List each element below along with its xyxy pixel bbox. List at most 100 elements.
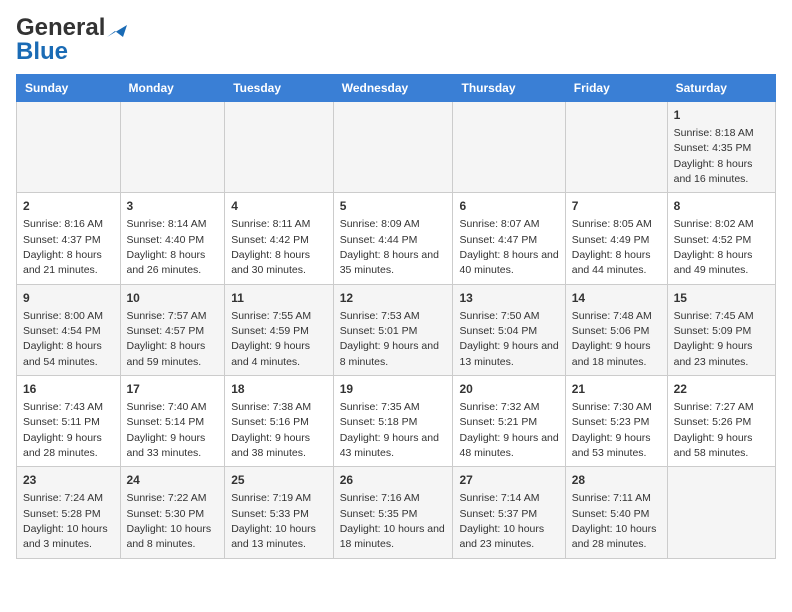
weekday-header: Thursday xyxy=(453,75,565,102)
day-number: 7 xyxy=(572,198,661,215)
weekday-header-row: SundayMondayTuesdayWednesdayThursdayFrid… xyxy=(17,75,776,102)
day-number: 5 xyxy=(340,198,447,215)
calendar-week-row: 16Sunrise: 7:43 AMSunset: 5:11 PMDayligh… xyxy=(17,376,776,467)
calendar-day-cell: 2 Sunrise: 8:16 AMSunset: 4:37 PMDaylight… xyxy=(17,193,121,284)
day-number: 9 xyxy=(23,290,114,307)
calendar-day-cell: 20 Sunrise: 7:32 AMSunset: 5:21 PMDayligh… xyxy=(453,376,565,467)
day-number: 12 xyxy=(340,290,447,307)
calendar-day-cell: 24 Sunrise: 7:22 AMSunset: 5:30 PMDayligh… xyxy=(120,467,225,558)
calendar-day-cell: 15 Sunrise: 7:45 AMSunset: 5:09 PMDayligh… xyxy=(667,284,775,375)
calendar-week-row: 2 Sunrise: 8:16 AMSunset: 4:37 PMDaylight… xyxy=(17,193,776,284)
day-info: Sunrise: 8:14 AMSunset: 4:40 PMDaylight:… xyxy=(127,218,207,276)
logo-bird-icon xyxy=(105,19,127,37)
day-number: 24 xyxy=(127,472,219,489)
calendar-day-cell: 27Sunrise: 7:14 AMSunset: 5:37 PMDayligh… xyxy=(453,467,565,558)
calendar-day-cell: 3 Sunrise: 8:14 AMSunset: 4:40 PMDaylight… xyxy=(120,193,225,284)
day-info: Sunrise: 8:07 AMSunset: 4:47 PMDaylight:… xyxy=(459,218,558,276)
calendar-day-cell xyxy=(17,102,121,193)
day-number: 11 xyxy=(231,290,327,307)
day-number: 10 xyxy=(127,290,219,307)
day-info: Sunrise: 8:16 AMSunset: 4:37 PMDaylight:… xyxy=(23,218,103,276)
day-info: Sunrise: 7:55 AMSunset: 4:59 PMDaylight:… xyxy=(231,310,311,368)
day-number: 27 xyxy=(459,472,558,489)
calendar-day-cell xyxy=(667,467,775,558)
day-number: 1 xyxy=(674,107,769,124)
day-number: 26 xyxy=(340,472,447,489)
day-info: Sunrise: 7:16 AMSunset: 5:35 PMDaylight:… xyxy=(340,492,445,550)
weekday-header: Monday xyxy=(120,75,225,102)
day-number: 23 xyxy=(23,472,114,489)
day-number: 17 xyxy=(127,381,219,398)
day-info: Sunrise: 8:00 AMSunset: 4:54 PMDaylight:… xyxy=(23,310,103,368)
calendar-day-cell: 12 Sunrise: 7:53 AMSunset: 5:01 PMDayligh… xyxy=(333,284,453,375)
day-number: 4 xyxy=(231,198,327,215)
calendar-day-cell: 17 Sunrise: 7:40 AMSunset: 5:14 PMDayligh… xyxy=(120,376,225,467)
day-info: Sunrise: 7:30 AMSunset: 5:23 PMDaylight:… xyxy=(572,401,652,459)
calendar-day-cell: 10 Sunrise: 7:57 AMSunset: 4:57 PMDayligh… xyxy=(120,284,225,375)
day-info: Sunrise: 8:02 AMSunset: 4:52 PMDaylight:… xyxy=(674,218,754,276)
day-info: Sunrise: 7:11 AMSunset: 5:40 PMDaylight:… xyxy=(572,492,657,550)
calendar-day-cell: 18 Sunrise: 7:38 AMSunset: 5:16 PMDayligh… xyxy=(225,376,334,467)
weekday-header: Wednesday xyxy=(333,75,453,102)
day-info: Sunrise: 7:22 AMSunset: 5:30 PMDaylight:… xyxy=(127,492,212,550)
calendar-day-cell: 9 Sunrise: 8:00 AMSunset: 4:54 PMDaylight… xyxy=(17,284,121,375)
calendar-day-cell xyxy=(333,102,453,193)
calendar-day-cell: 19 Sunrise: 7:35 AMSunset: 5:18 PMDayligh… xyxy=(333,376,453,467)
weekday-header: Friday xyxy=(565,75,667,102)
calendar-day-cell: 13 Sunrise: 7:50 AMSunset: 5:04 PMDayligh… xyxy=(453,284,565,375)
day-info: Sunrise: 7:50 AMSunset: 5:04 PMDaylight:… xyxy=(459,310,558,368)
day-info: Sunrise: 7:24 AMSunset: 5:28 PMDaylight:… xyxy=(23,492,108,550)
calendar-day-cell: 4 Sunrise: 8:11 AMSunset: 4:42 PMDaylight… xyxy=(225,193,334,284)
day-info: Sunrise: 7:35 AMSunset: 5:18 PMDaylight:… xyxy=(340,401,439,459)
day-info: Sunrise: 8:11 AMSunset: 4:42 PMDaylight:… xyxy=(231,218,310,276)
day-info: Sunrise: 7:38 AMSunset: 5:16 PMDaylight:… xyxy=(231,401,311,459)
day-info: Sunrise: 8:09 AMSunset: 4:44 PMDaylight:… xyxy=(340,218,439,276)
day-info: Sunrise: 7:27 AMSunset: 5:26 PMDaylight:… xyxy=(674,401,754,459)
day-number: 15 xyxy=(674,290,769,307)
calendar-day-cell: 5 Sunrise: 8:09 AMSunset: 4:44 PMDaylight… xyxy=(333,193,453,284)
calendar-day-cell: 16Sunrise: 7:43 AMSunset: 5:11 PMDayligh… xyxy=(17,376,121,467)
day-info: Sunrise: 7:19 AMSunset: 5:33 PMDaylight:… xyxy=(231,492,316,550)
day-info: Sunrise: 7:57 AMSunset: 4:57 PMDaylight:… xyxy=(127,310,207,368)
calendar-table: SundayMondayTuesdayWednesdayThursdayFrid… xyxy=(16,74,776,559)
calendar-day-cell: 7 Sunrise: 8:05 AMSunset: 4:49 PMDaylight… xyxy=(565,193,667,284)
calendar-day-cell: 26 Sunrise: 7:16 AMSunset: 5:35 PMDayligh… xyxy=(333,467,453,558)
day-number: 22 xyxy=(674,381,769,398)
logo: General Blue xyxy=(16,16,127,64)
calendar-week-row: 1 Sunrise: 8:18 AMSunset: 4:35 PMDaylight… xyxy=(17,102,776,193)
day-number: 13 xyxy=(459,290,558,307)
day-number: 20 xyxy=(459,381,558,398)
calendar-day-cell xyxy=(453,102,565,193)
calendar-day-cell: 22 Sunrise: 7:27 AMSunset: 5:26 PMDayligh… xyxy=(667,376,775,467)
weekday-header: Tuesday xyxy=(225,75,334,102)
day-number: 18 xyxy=(231,381,327,398)
calendar-day-cell: 11 Sunrise: 7:55 AMSunset: 4:59 PMDayligh… xyxy=(225,284,334,375)
calendar-day-cell xyxy=(225,102,334,193)
logo-blue-text: Blue xyxy=(16,40,127,64)
page-header: General Blue xyxy=(16,16,776,64)
day-info: Sunrise: 7:32 AMSunset: 5:21 PMDaylight:… xyxy=(459,401,558,459)
calendar-day-cell: 14 Sunrise: 7:48 AMSunset: 5:06 PMDayligh… xyxy=(565,284,667,375)
day-number: 3 xyxy=(127,198,219,215)
day-number: 8 xyxy=(674,198,769,215)
day-info: Sunrise: 8:05 AMSunset: 4:49 PMDaylight:… xyxy=(572,218,652,276)
day-number: 6 xyxy=(459,198,558,215)
calendar-day-cell xyxy=(120,102,225,193)
calendar-week-row: 9 Sunrise: 8:00 AMSunset: 4:54 PMDaylight… xyxy=(17,284,776,375)
day-number: 25 xyxy=(231,472,327,489)
day-info: Sunrise: 7:40 AMSunset: 5:14 PMDaylight:… xyxy=(127,401,207,459)
calendar-week-row: 23 Sunrise: 7:24 AMSunset: 5:28 PMDayligh… xyxy=(17,467,776,558)
day-number: 2 xyxy=(23,198,114,215)
weekday-header: Saturday xyxy=(667,75,775,102)
day-number: 28 xyxy=(572,472,661,489)
weekday-header: Sunday xyxy=(17,75,121,102)
calendar-day-cell: 21Sunrise: 7:30 AMSunset: 5:23 PMDayligh… xyxy=(565,376,667,467)
logo-general-text: General xyxy=(16,16,105,40)
day-info: Sunrise: 7:45 AMSunset: 5:09 PMDaylight:… xyxy=(674,310,754,368)
day-info: Sunrise: 7:53 AMSunset: 5:01 PMDaylight:… xyxy=(340,310,439,368)
day-number: 14 xyxy=(572,290,661,307)
day-info: Sunrise: 7:48 AMSunset: 5:06 PMDaylight:… xyxy=(572,310,652,368)
calendar-day-cell: 1 Sunrise: 8:18 AMSunset: 4:35 PMDaylight… xyxy=(667,102,775,193)
day-info: Sunrise: 8:18 AMSunset: 4:35 PMDaylight:… xyxy=(674,127,754,185)
day-number: 19 xyxy=(340,381,447,398)
